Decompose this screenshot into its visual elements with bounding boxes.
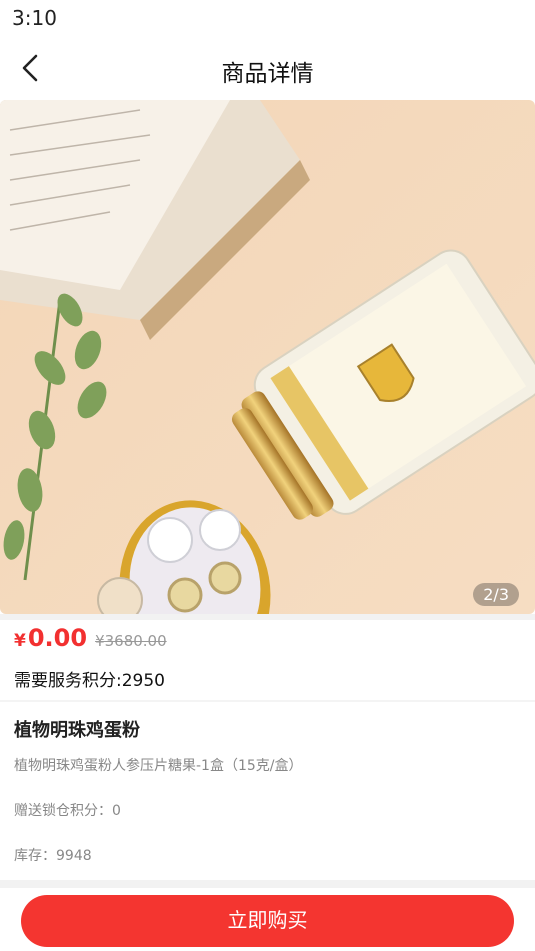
page-title: 商品详情 — [221, 61, 314, 87]
stock-count: 库存：9948 — [14, 848, 92, 864]
current-price: 0.00 — [27, 624, 88, 652]
buy-now-button[interactable]: 立即购买 — [21, 895, 514, 947]
product-name: 植物明珠鸡蛋粉 — [14, 720, 140, 741]
status-bar: 3:10 — [0, 0, 535, 36]
nav-bar: 商品详情 — [0, 40, 535, 98]
section-divider — [0, 614, 535, 620]
divider — [0, 700, 535, 702]
bonus-points: 赠送锁仓积分：0 — [14, 803, 121, 819]
price-row: ¥ 0.00 ¥3680.00 — [14, 624, 167, 658]
section-divider — [0, 880, 535, 888]
image-page-indicator: 2/3 — [473, 583, 519, 606]
product-image-gallery[interactable]: 2/3 — [0, 100, 535, 614]
original-price: ¥3680.00 — [95, 632, 167, 650]
product-description: 植物明珠鸡蛋粉人参压片糖果-1盒（15克/盒） — [14, 758, 303, 774]
product-photo — [0, 100, 535, 614]
status-time: 3:10 — [12, 6, 57, 30]
price-symbol: ¥ — [14, 631, 26, 651]
required-points: 需要服务积分:2950 — [14, 671, 165, 691]
